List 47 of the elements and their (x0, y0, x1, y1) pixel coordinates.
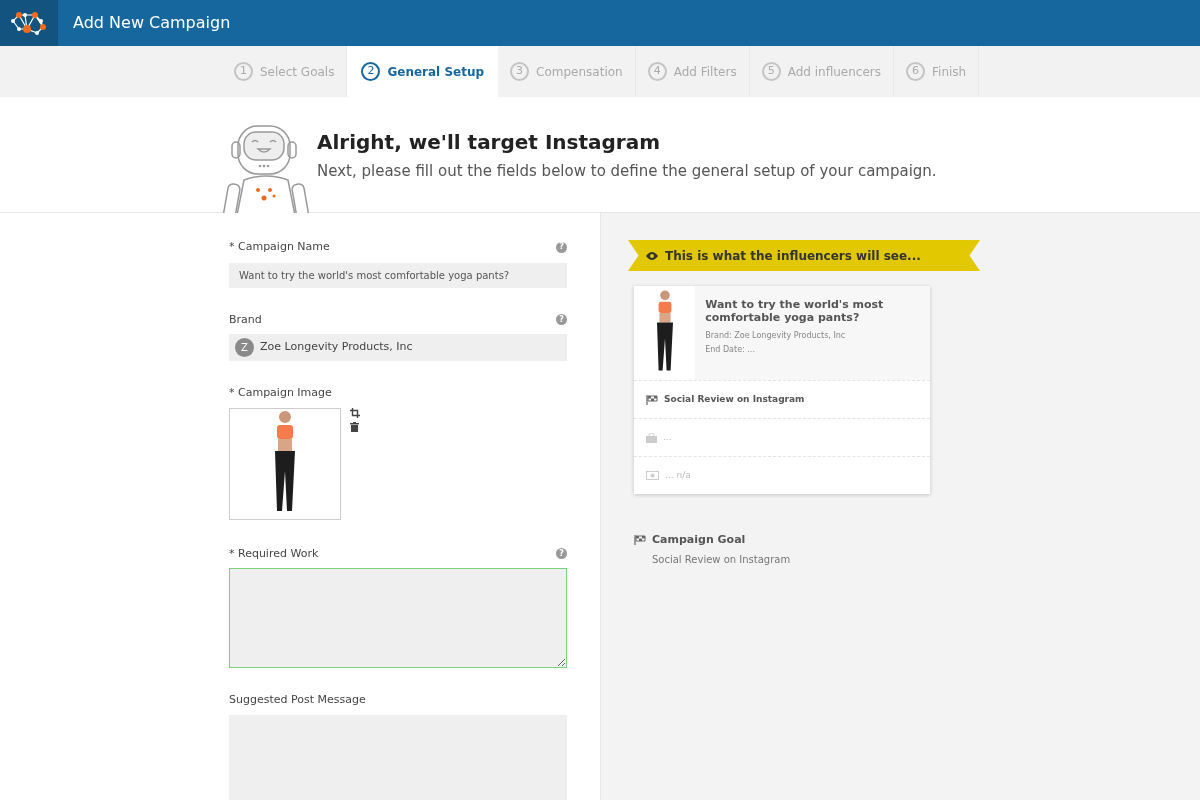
help-button[interactable]: ? (556, 314, 567, 326)
banner-text: This is what the influencers will see... (665, 247, 921, 265)
step-label: Compensation (536, 63, 623, 81)
text-input-field[interactable]: Want to try the world's most comfortable yoga pants? (229, 262, 567, 288)
brand-avatar: Z (235, 338, 254, 357)
eye-icon (646, 251, 658, 260)
logo-tile[interactable] (0, 0, 58, 46)
help-button[interactable]: ? (556, 548, 567, 560)
step-label: Add influencers (787, 63, 881, 81)
field-label: Brand (229, 311, 262, 328)
step-number: 3 (510, 62, 530, 81)
hero-title: Alright, we'll target Instagram (317, 129, 662, 156)
step-label: Finish (932, 63, 967, 81)
step-number: 6 (906, 62, 925, 81)
card-title: Want to try the world's most comfortable yoga pants? (705, 298, 885, 324)
field-label: * Campaign Image (229, 385, 332, 401)
flag-icon (646, 394, 658, 405)
step-number: 2 (361, 62, 381, 81)
bag-icon (646, 432, 657, 443)
card-brand: Brand: Zoe Longevity Products, Inc (705, 330, 847, 342)
goal-value: Social Review on Instagram (652, 552, 792, 567)
step-number: 1 (234, 62, 253, 81)
step-label: Add Filters (673, 63, 737, 81)
step-number: 4 (647, 62, 667, 81)
goal-title: Campaign Goal (652, 532, 746, 548)
network-logo-icon (9, 9, 49, 37)
hero-subtitle: Next, please fill out the fields below to define the general setup of your campaign. (317, 161, 937, 182)
card-row-text: Social Review on Instagram (664, 392, 805, 406)
step-tab[interactable]: 2 General Setup (347, 46, 499, 97)
step-number: 5 (761, 62, 781, 81)
brand-select-field[interactable]: Z Zoe Longevity Products, Inc (229, 334, 567, 361)
card-row-text: ... (663, 430, 672, 444)
help-button[interactable]: ? (556, 241, 567, 253)
card-row-text: ... n/a (665, 468, 691, 482)
page-title: Add New Campaign (73, 12, 231, 34)
step-label: Select Goals (260, 63, 335, 81)
card-end-date: End Date: ... (705, 344, 756, 356)
field-label: * Required Work (229, 545, 319, 562)
banknote-icon (646, 471, 659, 480)
brand-name: Zoe Longevity Products, Inc (260, 339, 413, 356)
step-label: General Setup (387, 63, 485, 81)
textarea-field[interactable] (229, 568, 567, 668)
field-label: Suggested Post Message (229, 692, 366, 708)
crop-icon[interactable] (350, 407, 360, 418)
field-label: * Campaign Name (229, 239, 330, 255)
trash-icon[interactable] (350, 421, 360, 432)
flag-icon (634, 535, 646, 546)
